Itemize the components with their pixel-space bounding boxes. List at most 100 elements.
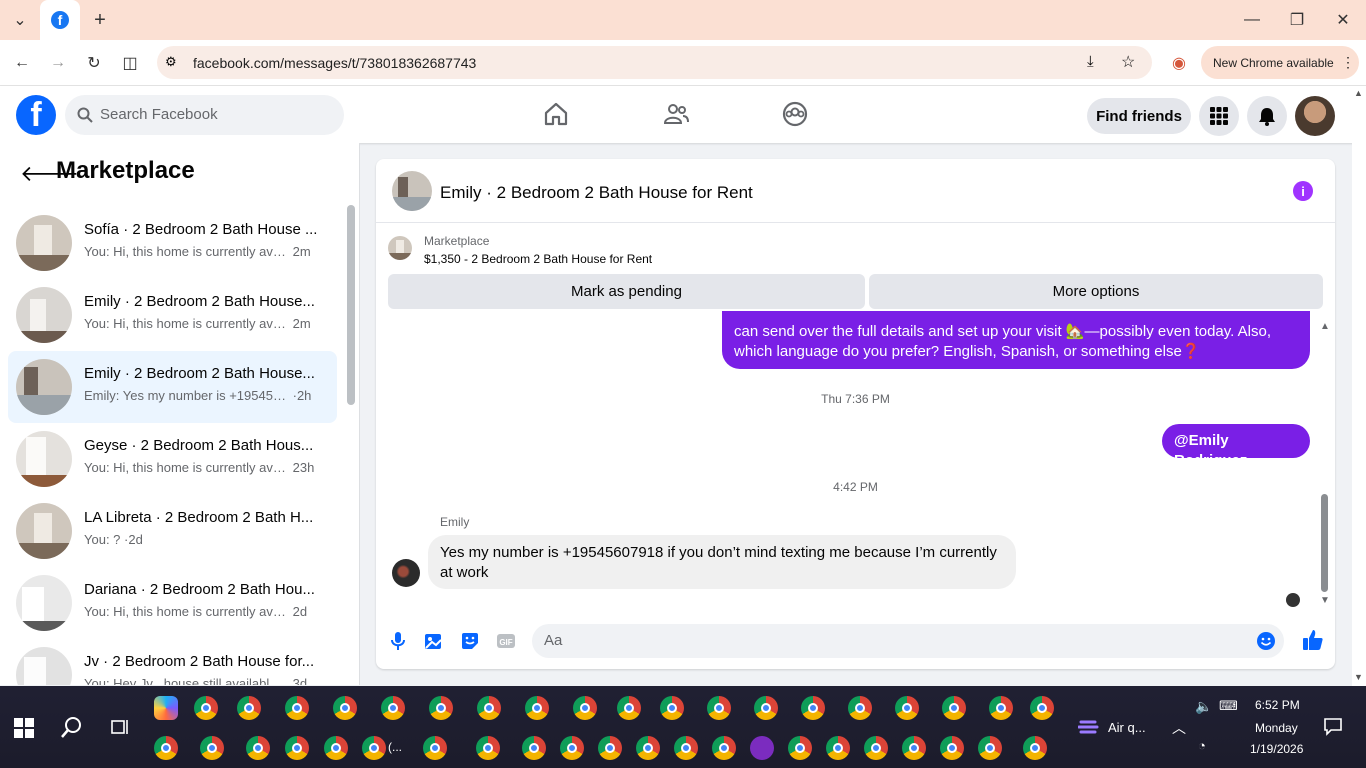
chrome-profile-icon[interactable] [617,696,641,720]
chrome-window-icon[interactable] [362,736,386,760]
chrome-window-icon[interactable] [1023,736,1047,760]
search-icon[interactable] [61,716,83,738]
browser-tab-facebook[interactable]: f [40,0,80,40]
microphone-icon[interactable] [388,631,408,651]
chrome-window-icon[interactable] [476,736,500,760]
menu-grid-button[interactable] [1199,96,1239,136]
messages-scrollbar[interactable] [1321,494,1328,592]
address-bar[interactable]: ⚙ facebook.com/messages/t/73801836268774… [157,46,1152,79]
chrome-profile-icon[interactable] [801,696,825,720]
chrome-profile-icon[interactable] [1030,696,1054,720]
chrome-window-icon[interactable] [246,736,270,760]
mark-as-pending-button[interactable]: Mark as pending [388,274,865,309]
search-input[interactable]: Search Facebook [65,95,344,135]
chrome-window-icon[interactable] [560,736,584,760]
conversation-item[interactable]: Emily · 2 Bedroom 2 Bath House... You: H… [8,279,337,351]
reload-icon[interactable]: ↻ [82,51,106,75]
show-hidden-icons-icon[interactable]: ︿ [1172,718,1186,738]
groups-icon[interactable] [781,100,809,128]
chrome-window-icon[interactable] [636,736,660,760]
taskbar-window-label[interactable]: (... [388,740,402,754]
emoji-icon[interactable] [1256,631,1276,651]
new-tab-icon[interactable]: + [88,8,112,32]
minimize-icon[interactable]: — [1240,8,1264,32]
scroll-up-icon[interactable]: ▲ [1320,321,1330,332]
clock-time[interactable]: 6:52 PM [1255,698,1300,712]
notification-center-icon[interactable] [1323,716,1343,736]
conversation-item[interactable]: LA Libreta · 2 Bedroom 2 Bath H... You: … [8,495,337,567]
find-friends-button[interactable]: Find friends [1087,98,1191,134]
chrome-profile-icon[interactable] [754,696,778,720]
forward-icon[interactable]: → [46,51,70,75]
weather-widget-label[interactable]: Air q... [1108,720,1146,735]
extension-mask-icon[interactable] [750,736,774,760]
volume-icon[interactable]: 🔈 [1195,698,1212,715]
chrome-profile-icon[interactable] [333,696,357,720]
photo-icon[interactable] [424,631,444,651]
chrome-window-icon[interactable] [902,736,926,760]
chrome-window-icon[interactable] [674,736,698,760]
chrome-profile-icon[interactable] [381,696,405,720]
page-scrollbar[interactable]: ▲ ▼ [1352,86,1366,686]
tab-search-icon[interactable]: ⌄ [8,8,32,32]
chrome-window-icon[interactable] [423,736,447,760]
chrome-profile-icon[interactable] [895,696,919,720]
chrome-profile-icon[interactable] [989,696,1013,720]
air-quality-icon[interactable] [1078,716,1100,738]
chat-title[interactable]: Emily · 2 Bedroom 2 Bath House for Rent [440,183,753,203]
chrome-window-icon[interactable] [864,736,888,760]
chrome-profile-icon[interactable] [707,696,731,720]
conversation-item[interactable]: Sofía · 2 Bedroom 2 Bath House ... You: … [8,207,337,279]
home-icon[interactable] [542,100,570,128]
chrome-profile-icon[interactable] [525,696,549,720]
chrome-profile-icon[interactable] [237,696,261,720]
chrome-window-icon[interactable] [598,736,622,760]
new-chrome-available-button[interactable]: New Chrome available ⋮ [1201,46,1359,79]
clock-day[interactable]: Monday [1255,721,1298,735]
task-view-icon[interactable] [110,717,130,737]
conversation-item[interactable]: Jv · 2 Bedroom 2 Bath House for... You: … [8,639,337,685]
message-input[interactable]: Aa [532,624,1284,658]
split-view-icon[interactable]: ◫ [118,51,142,75]
wifi-icon[interactable]: ◔ [1198,738,1206,753]
notifications-button[interactable] [1247,96,1287,136]
profile-icon[interactable]: ◉ [1167,51,1191,75]
windows-start-icon[interactable] [14,718,34,738]
sidebar-scrollbar[interactable] [347,205,355,405]
listing-title[interactable]: $1,350 - 2 Bedroom 2 Bath House for Rent [424,252,652,266]
language-icon[interactable]: ⌨ [1219,698,1238,714]
chrome-window-icon[interactable] [154,736,178,760]
outgoing-message-mention[interactable]: @Emily Rodriguez [1162,424,1310,469]
chrome-window-icon[interactable] [940,736,964,760]
chrome-profile-icon[interactable] [942,696,966,720]
friends-icon[interactable] [662,100,690,128]
conversation-item-active[interactable]: Emily · 2 Bedroom 2 Bath House... Emily:… [8,351,337,423]
chrome-profile-icon[interactable] [477,696,501,720]
sticker-icon[interactable] [460,631,480,651]
back-icon[interactable]: ← [10,51,34,75]
chrome-window-icon[interactable] [826,736,850,760]
account-avatar[interactable] [1295,96,1335,136]
conversation-item[interactable]: Geyse · 2 Bedroom 2 Bath Hous... You: Hi… [8,423,337,495]
chrome-window-icon[interactable] [978,736,1002,760]
copilot-icon[interactable] [154,696,178,720]
incoming-message[interactable]: Yes my number is +19545607918 if you don… [428,535,1016,589]
restore-icon[interactable]: ❐ [1285,8,1309,32]
thumbs-up-icon[interactable] [1302,629,1324,651]
chrome-window-icon[interactable] [788,736,812,760]
chrome-window-icon[interactable] [200,736,224,760]
chrome-profile-icon[interactable] [429,696,453,720]
info-icon[interactable]: i [1293,181,1313,201]
chrome-profile-icon[interactable] [194,696,218,720]
install-app-icon[interactable]: ⤓ [1087,53,1094,70]
close-window-icon[interactable]: ✕ [1331,8,1355,32]
clock-date[interactable]: 1/19/2026 [1250,742,1303,756]
gif-icon[interactable]: GIF [496,631,516,651]
site-info-icon[interactable]: ⚙ [165,54,177,70]
scroll-down-icon[interactable]: ▼ [1320,595,1330,606]
chrome-profile-icon[interactable] [848,696,872,720]
scroll-down-arrow-icon[interactable]: ▼ [1354,672,1363,682]
chrome-window-icon[interactable] [324,736,348,760]
scroll-up-arrow-icon[interactable]: ▲ [1354,88,1363,98]
chrome-window-icon[interactable] [522,736,546,760]
